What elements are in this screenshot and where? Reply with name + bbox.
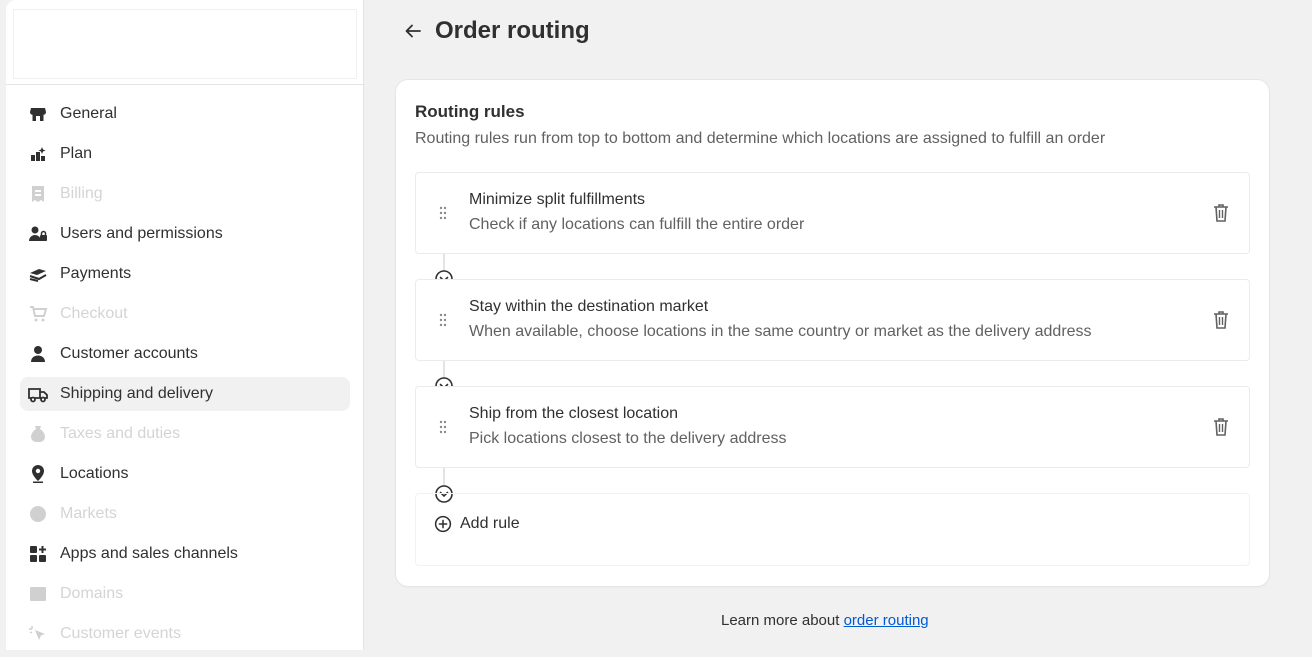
sidebar-item-payments[interactable]: Payments [20,257,350,291]
cursor-icon [28,624,48,644]
sidebar-item-markets[interactable]: Markets [20,497,350,531]
card-description: Routing rules run from top to bottom and… [415,130,1106,147]
rule-title: Minimize split fulfillments [469,191,646,208]
sidebar-item-locations[interactable]: Locations [20,457,350,491]
add-rule-label: Add rule [460,515,520,532]
sidebar-item-label: Apps and sales channels [60,545,238,562]
sidebar-item-label: Customer accounts [60,345,198,362]
sidebar-item-label: Shipping and delivery [60,385,213,402]
sidebar-item-label: Customer events [60,625,181,642]
plan-icon [28,144,48,164]
truck-icon [28,384,48,404]
sidebar-item-users[interactable]: Users and permissions [20,217,350,251]
billing-icon [28,184,48,204]
routing-rule[interactable]: Stay within the destination market When … [415,279,1250,361]
payments-icon [28,264,48,284]
sidebar-item-taxes[interactable]: Taxes and duties [20,417,350,451]
back-button[interactable] [400,18,426,44]
sidebar-divider [6,84,364,85]
sidebar-item-customer-events[interactable]: Customer events [20,617,350,651]
drag-handle-icon[interactable] [438,313,448,327]
sidebar-item-label: Plan [60,145,93,162]
add-rule-container [415,493,1250,566]
routing-rule[interactable]: Ship from the closest location Pick loca… [415,386,1250,468]
sidebar-item-plan[interactable]: Plan [20,137,350,171]
settings-sidebar: General Plan Billing Users and permissio… [6,0,364,650]
footer-prefix: Learn more about [721,612,840,629]
sidebar-item-label: Payments [60,265,132,282]
sidebar-item-label: Billing [60,185,103,202]
delete-rule-button[interactable] [1211,202,1231,224]
sidebar-item-label: Domains [60,585,124,602]
sidebar-item-billing[interactable]: Billing [20,177,350,211]
users-icon [28,224,48,244]
rule-description: Pick locations closest to the delivery a… [469,430,787,447]
plus-circle-icon [434,515,452,533]
rule-description: When available, choose locations in the … [469,323,1092,340]
delete-rule-button[interactable] [1211,416,1231,438]
store-icon [28,104,48,124]
sidebar-item-customer-accounts[interactable]: Customer accounts [20,337,350,371]
rule-description: Check if any locations can fulfill the e… [469,216,805,233]
add-rule-button[interactable]: Add rule [434,515,520,533]
globe-icon [28,504,48,524]
drag-handle-icon[interactable] [438,420,448,434]
sidebar-item-general[interactable]: General [20,97,350,131]
location-pin-icon [28,464,48,484]
drag-handle-icon[interactable] [438,206,448,220]
arrow-left-icon [405,24,421,38]
sidebar-item-label: Users and permissions [60,225,223,242]
card-title: Routing rules [415,102,525,121]
cart-icon [28,304,48,324]
settings-nav: General Plan Billing Users and permissio… [20,97,350,657]
sidebar-item-label: General [60,105,117,122]
rule-title: Ship from the closest location [469,405,678,422]
sidebar-item-shipping[interactable]: Shipping and delivery [20,377,350,411]
delete-rule-button[interactable] [1211,309,1231,331]
store-header [14,10,356,78]
person-icon [28,344,48,364]
rule-title: Stay within the destination market [469,298,709,315]
page-title: Order routing [435,17,590,44]
sidebar-item-checkout[interactable]: Checkout [20,297,350,331]
apps-icon [28,544,48,564]
order-routing-link[interactable]: order routing [844,612,929,629]
learn-more-footer: Learn more about order routing [721,612,929,629]
sidebar-item-label: Checkout [60,305,128,322]
main-content: Order routing Routing rules Routing rule… [364,0,1312,650]
routing-rules-card: Routing rules Routing rules run from top… [396,80,1269,586]
sidebar-item-apps[interactable]: Apps and sales channels [20,537,350,571]
sidebar-item-label: Markets [60,505,117,522]
tax-icon [28,424,48,444]
sidebar-item-label: Taxes and duties [60,425,181,442]
routing-rule[interactable]: Minimize split fulfillments Check if any… [415,172,1250,254]
domain-icon [28,584,48,604]
sidebar-item-domains[interactable]: Domains [20,577,350,611]
sidebar-item-label: Locations [60,465,129,482]
